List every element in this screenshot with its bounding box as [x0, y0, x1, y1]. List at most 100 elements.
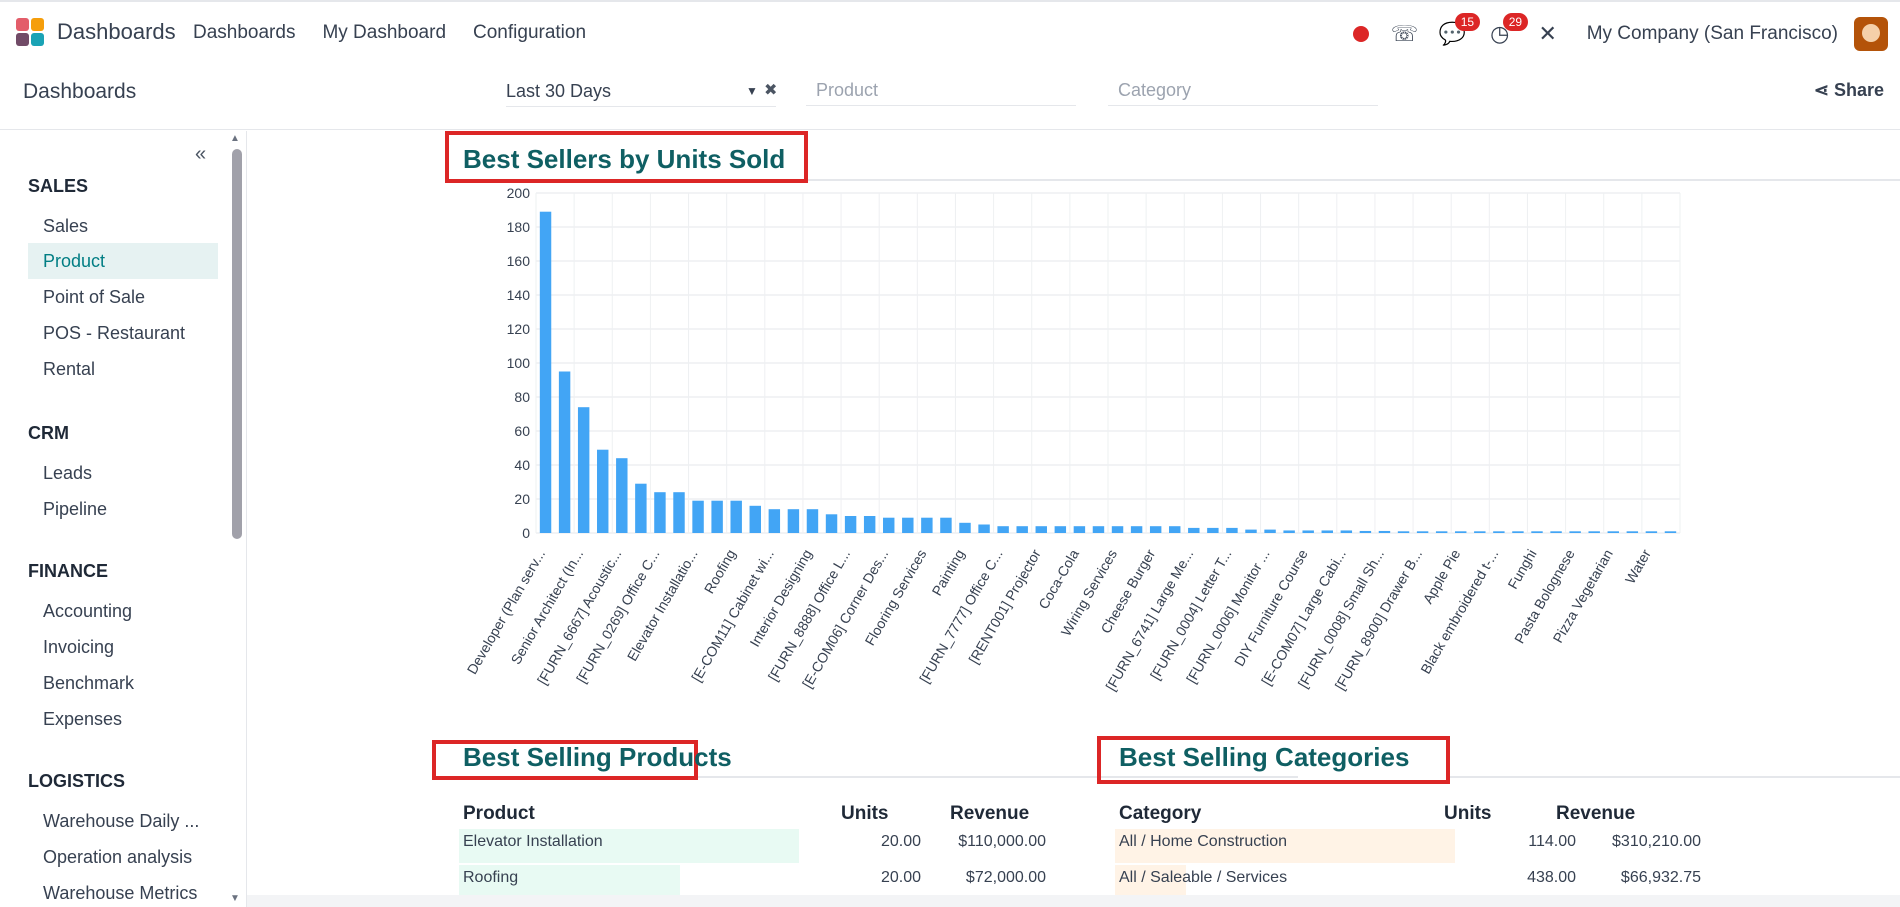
x-tick-label: Senior Architect (In...: [507, 547, 586, 668]
chart-bar: [1607, 531, 1619, 533]
products-col-product: Product: [463, 803, 535, 824]
chart-bar: [883, 517, 895, 533]
sidebar-section-logistics: LOGISTICS: [28, 771, 126, 791]
chart-bar: [1264, 529, 1276, 533]
chart-bar: [1054, 526, 1067, 533]
category-row-units: 114.00: [1528, 833, 1576, 850]
record-dot-icon[interactable]: [1352, 26, 1369, 42]
menu-dashboards[interactable]: Dashboards: [193, 22, 295, 44]
sidebar-item-sales[interactable]: Sales: [28, 208, 218, 244]
company-switcher[interactable]: My Company (San Francisco): [1587, 23, 1838, 45]
sidebar-item-product[interactable]: Product: [28, 243, 218, 279]
scroll-down-icon[interactable]: ▼: [230, 893, 240, 904]
categories-col-category: Category: [1119, 803, 1202, 824]
y-tick-label: 60: [514, 423, 530, 439]
caret-down-icon[interactable]: ▼: [746, 76, 758, 106]
collapse-sidebar-icon[interactable]: «: [195, 143, 206, 166]
sidebar-item-warehouse-daily[interactable]: Warehouse Daily ...: [28, 803, 218, 839]
chart-bar: [711, 500, 723, 533]
x-tick-label: Roofing: [701, 547, 739, 597]
activities-icon[interactable]: ◷ 29: [1487, 13, 1529, 47]
chart-bar: [1474, 531, 1486, 533]
date-filter-select[interactable]: Last 30 Days ▼ ✖: [506, 76, 777, 107]
chart-bar: [1455, 531, 1467, 533]
chart-bar: [1092, 526, 1105, 533]
app-name[interactable]: Dashboards: [57, 19, 176, 45]
product-row-name[interactable]: Roofing: [463, 869, 518, 887]
phone-icon[interactable]: ☏: [1391, 21, 1419, 47]
y-tick-label: 160: [507, 253, 531, 269]
control-panel: Dashboards Last 30 Days ▼ ✖ ⋖ Share: [0, 62, 1900, 130]
chart-bar: [921, 517, 933, 533]
product-row-units: 20.00: [880, 869, 921, 886]
chart-bar: [730, 500, 742, 533]
page-title: Dashboards: [23, 80, 137, 103]
scroll-up-icon[interactable]: ▲: [230, 133, 240, 144]
chart-bar: [1664, 531, 1677, 533]
chart-bar: [825, 514, 838, 533]
sidebar-item-leads[interactable]: Leads: [28, 455, 218, 491]
category-row-name[interactable]: All / Saleable / Services: [1119, 869, 1287, 887]
x-tick-label: Apple Pie: [1420, 546, 1464, 606]
sidebar-section-finance: FINANCE: [28, 561, 108, 581]
x-tick-label: Elevator Installatio...: [624, 547, 701, 664]
sidebar-item-pos-restaurant[interactable]: POS - Restaurant: [28, 315, 218, 351]
sidebar-item-point-of-sale[interactable]: Point of Sale: [28, 279, 218, 315]
sidebar: « SALES Sales Product Point of Sale POS …: [0, 131, 247, 907]
dashboard-main: Best Sellers by Units Sold 0 20 40 60 80 100 1…: [247, 131, 1900, 907]
menu-configuration[interactable]: Configuration: [473, 22, 586, 44]
y-tick-label: 180: [507, 219, 531, 235]
messages-icon[interactable]: 💬 15: [1439, 13, 1481, 47]
product-row-name[interactable]: Elevator Installation: [463, 833, 603, 851]
x-tick-label: Painting: [928, 547, 967, 599]
chart-bar: [1035, 526, 1047, 533]
chart-bar: [787, 509, 800, 533]
sidebar-item-rental[interactable]: Rental: [28, 351, 218, 387]
tools-icon[interactable]: ✕: [1535, 21, 1561, 47]
product-row-units: 20.00: [880, 833, 921, 850]
dashboards-app-icon[interactable]: [16, 18, 46, 48]
sidebar-item-benchmark[interactable]: Benchmark: [28, 665, 218, 701]
best-sellers-title: Best Sellers by Units Sold: [463, 144, 786, 174]
chart-bar: [1626, 531, 1639, 533]
chart-bar: [616, 458, 628, 533]
y-tick-label: 40: [514, 457, 530, 473]
x-tick-label: [RENT001] Projector: [965, 546, 1044, 666]
y-tick-label: 0: [522, 525, 530, 541]
sidebar-item-pipeline[interactable]: Pipeline: [28, 491, 218, 527]
horizontal-scrollbar[interactable]: [247, 895, 1900, 907]
sidebar-item-expenses[interactable]: Expenses: [28, 701, 218, 737]
chart-bar: [692, 500, 704, 533]
chart-bar: [863, 516, 876, 533]
product-row-revenue: $72,000.00: [965, 869, 1046, 886]
category-row-revenue: $310,210.00: [1612, 833, 1701, 850]
chart-bar: [1130, 526, 1143, 533]
chart-bar: [1397, 531, 1410, 533]
chart-bar: [1416, 531, 1429, 533]
user-avatar[interactable]: [1854, 17, 1888, 51]
sidebar-item-warehouse-metrics[interactable]: Warehouse Metrics: [28, 875, 218, 907]
chart-bar: [1149, 526, 1162, 533]
menu-my-dashboard[interactable]: My Dashboard: [322, 22, 446, 44]
sidebar-item-operation-analysis[interactable]: Operation analysis: [28, 839, 218, 875]
x-tick-label: Water: [1622, 546, 1654, 586]
chart-bar: [1169, 526, 1181, 533]
chart-bar: [959, 522, 971, 533]
product-filter-input[interactable]: [806, 76, 1076, 106]
sidebar-scrollbar[interactable]: [232, 149, 242, 539]
y-tick-label: 140: [507, 287, 531, 303]
sidebar-item-invoicing[interactable]: Invoicing: [28, 629, 218, 665]
chart-bar: [673, 492, 685, 533]
share-button[interactable]: ⋖ Share: [1814, 80, 1884, 101]
category-filter-input[interactable]: [1108, 76, 1378, 106]
chart-bar: [1645, 531, 1658, 533]
chart-bar: [978, 524, 990, 533]
top-navbar: Dashboards Dashboards My Dashboard Confi…: [0, 0, 1900, 62]
clear-filter-icon[interactable]: ✖: [764, 76, 777, 106]
chart-bar: [1550, 531, 1562, 533]
category-row-name[interactable]: All / Home Construction: [1119, 833, 1287, 851]
y-tick-label: 120: [507, 321, 531, 337]
sidebar-item-accounting[interactable]: Accounting: [28, 593, 218, 629]
title-divider: [808, 179, 1900, 181]
chart-bar: [1359, 530, 1372, 533]
